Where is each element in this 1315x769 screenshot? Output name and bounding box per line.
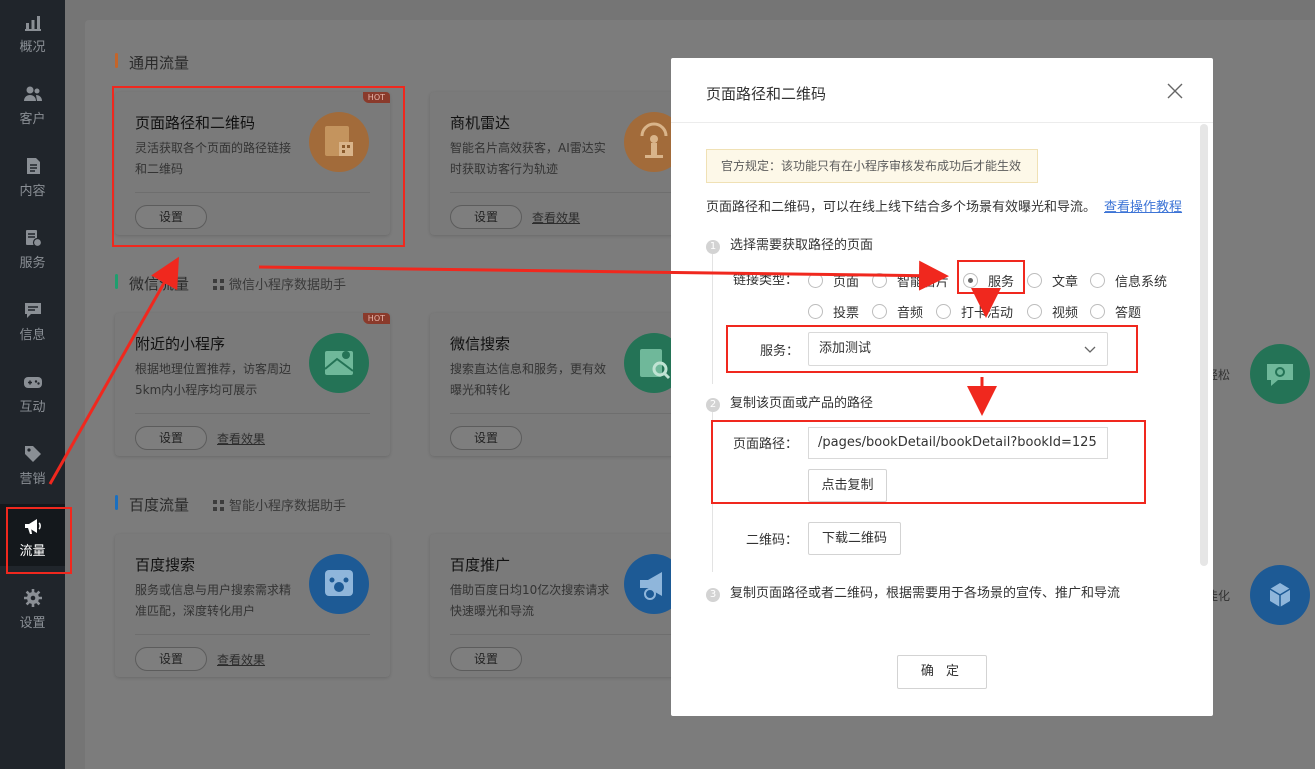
radio-page[interactable]: 页面 — [808, 271, 859, 290]
section-title-wechat: 微信流量 — [129, 275, 190, 293]
sidebar-item-overview[interactable]: 概况 — [0, 0, 65, 62]
sidebar-item-service[interactable]: 服务 — [0, 216, 65, 278]
link-type-label: 链接类型： — [733, 273, 799, 288]
annotation-box-sidebar — [6, 507, 72, 574]
sidebar-item-label: 营销 — [19, 472, 46, 487]
sidebar-item-marketing[interactable]: 营销 — [0, 432, 65, 494]
sidebar-item-label: 服务 — [19, 256, 46, 271]
baidu-paw-icon — [309, 554, 369, 614]
section-marker — [115, 274, 118, 289]
chart-icon — [24, 16, 41, 31]
sidebar-item-settings[interactable]: 设置 — [0, 576, 65, 638]
section-subtitle-wechat: 微信小程序数据助手 — [213, 274, 346, 293]
card-title: 百度搜索 — [135, 556, 196, 574]
sidebar-item-label: 内容 — [19, 184, 46, 199]
grid-icon — [213, 500, 224, 511]
settings-button[interactable]: 设置 — [450, 205, 522, 229]
notice-banner: 官方规定：该功能只有在小程序审核发布成功后才能生效 — [706, 149, 1038, 183]
settings-button[interactable]: 设置 — [135, 647, 207, 671]
message-icon — [24, 303, 41, 318]
card-desc: 服务或信息与用户搜索需求精准匹配，深度转化用户 — [135, 583, 292, 618]
card-desc: 根据地理位置推荐，访客周边5km内小程序均可展示 — [135, 362, 292, 397]
intro-text: 页面路径和二维码，可以在线上线下结合多个场景有效曝光和导流。 查看操作教程 — [706, 200, 1183, 215]
service-icon — [25, 230, 42, 248]
settings-button[interactable]: 设置 — [450, 426, 522, 450]
close-icon[interactable] — [1165, 81, 1185, 101]
users-icon — [23, 86, 42, 101]
step-1: 1 选择需要获取路径的页面 — [706, 234, 873, 254]
sidebar-item-info[interactable]: 信息 — [0, 288, 65, 350]
qrcode-label: 二维码： — [746, 533, 799, 548]
grid-icon — [213, 279, 224, 290]
section-title-general: 通用流量 — [129, 54, 190, 72]
section-subtitle-baidu: 智能小程序数据助手 — [213, 495, 346, 514]
card-title: 微信搜索 — [450, 335, 511, 353]
tag-icon — [24, 446, 41, 462]
section-marker — [115, 53, 118, 68]
card-baidu-search[interactable]: 百度搜索 服务或信息与用户搜索需求精准匹配，深度转化用户 设置 查看效果 — [115, 534, 390, 677]
card-divider — [135, 634, 370, 635]
card-nearby[interactable]: HOT 附近的小程序 根据地理位置推荐，访客周边5km内小程序均可展示 设置 查… — [115, 313, 390, 456]
sidebar-item-interaction[interactable]: 互动 — [0, 360, 65, 422]
gear-icon — [23, 589, 42, 607]
card-title: 商机雷达 — [450, 114, 511, 132]
radio-info-system[interactable]: 信息系统 — [1090, 271, 1167, 290]
card-wechat-search[interactable]: 微信搜索 搜索直达信息和服务，更有效曝光和转化 设置 — [430, 313, 705, 456]
sidebar-item-label: 客户 — [19, 112, 46, 127]
sidebar-item-content[interactable]: 内容 — [0, 144, 65, 206]
annotation-box-service-select — [726, 325, 1138, 373]
chat-link-icon — [1250, 344, 1310, 404]
card-desc: 搜索直达信息和服务，更有效曝光和转化 — [450, 362, 607, 397]
sidebar-item-label: 设置 — [19, 616, 46, 631]
settings-button[interactable]: 设置 — [135, 426, 207, 450]
card-divider — [450, 192, 685, 193]
step-3: 3 复制页面路径或者二维码，根据需要用于各场景的宣传、推广和导流 — [706, 582, 1120, 602]
dialog-scrollbar[interactable] — [1200, 124, 1208, 566]
box-share-icon — [1250, 565, 1310, 625]
card-radar[interactable]: 商机雷达 智能名片高效获客，AI雷达实时获取访客行为轨迹 设置 查看效果 — [430, 92, 705, 235]
radio-audio[interactable]: 音频 — [872, 302, 923, 321]
sidebar-item-label: 互动 — [19, 400, 46, 415]
dialog-title: 页面路径和二维码 — [706, 85, 827, 103]
confirm-button[interactable]: 确 定 — [897, 655, 987, 689]
view-effect-link[interactable]: 查看效果 — [217, 651, 265, 668]
card-divider — [450, 634, 685, 635]
document-icon — [26, 158, 40, 174]
sidebar-item-label: 信息 — [19, 328, 46, 343]
radio-video[interactable]: 视频 — [1027, 302, 1078, 321]
hot-badge: HOT — [362, 313, 390, 324]
radio-article[interactable]: 文章 — [1027, 271, 1078, 290]
card-divider — [450, 413, 685, 414]
view-effect-link[interactable]: 查看效果 — [532, 209, 580, 226]
annotation-box-service-radio — [957, 260, 1025, 294]
radio-business-card[interactable]: 智能名片 — [872, 271, 949, 290]
sidebar: 概况 客户 内容 服务 信息 互动 营销 流量 设置 — [0, 0, 65, 769]
card-desc: 借助百度日均10亿次搜索请求快速曝光和导流 — [450, 583, 610, 618]
radio-checkin[interactable]: 打卡活动 — [936, 302, 1013, 321]
section-title-baidu: 百度流量 — [129, 496, 190, 514]
radio-vote[interactable]: 投票 — [808, 302, 859, 321]
card-title: 附近的小程序 — [135, 335, 226, 353]
dialog-header-divider — [671, 122, 1213, 123]
download-qrcode-button[interactable]: 下载二维码 — [808, 522, 901, 555]
sidebar-item-label: 概况 — [19, 40, 46, 55]
card-title: 百度推广 — [450, 556, 511, 574]
section-marker — [115, 495, 118, 510]
annotation-box-path — [711, 420, 1146, 504]
card-divider — [135, 413, 370, 414]
tutorial-link[interactable]: 查看操作教程 — [1104, 200, 1182, 215]
radio-quiz[interactable]: 答题 — [1090, 302, 1141, 321]
card-desc: 智能名片高效获客，AI雷达实时获取访客行为轨迹 — [450, 141, 606, 176]
step-line — [712, 254, 713, 384]
map-icon — [309, 333, 369, 393]
page-path-dialog: 页面路径和二维码 官方规定：该功能只有在小程序审核发布成功后才能生效 页面路径和… — [671, 58, 1213, 716]
annotation-box-card — [112, 86, 405, 247]
view-effect-link[interactable]: 查看效果 — [217, 430, 265, 447]
card-baidu-promo[interactable]: 百度推广 借助百度日均10亿次搜索请求快速曝光和导流 设置 — [430, 534, 705, 677]
gamepad-icon — [23, 377, 42, 388]
settings-button[interactable]: 设置 — [450, 647, 522, 671]
step-2: 2 复制该页面或产品的路径 — [706, 392, 873, 412]
sidebar-item-customers[interactable]: 客户 — [0, 72, 65, 134]
